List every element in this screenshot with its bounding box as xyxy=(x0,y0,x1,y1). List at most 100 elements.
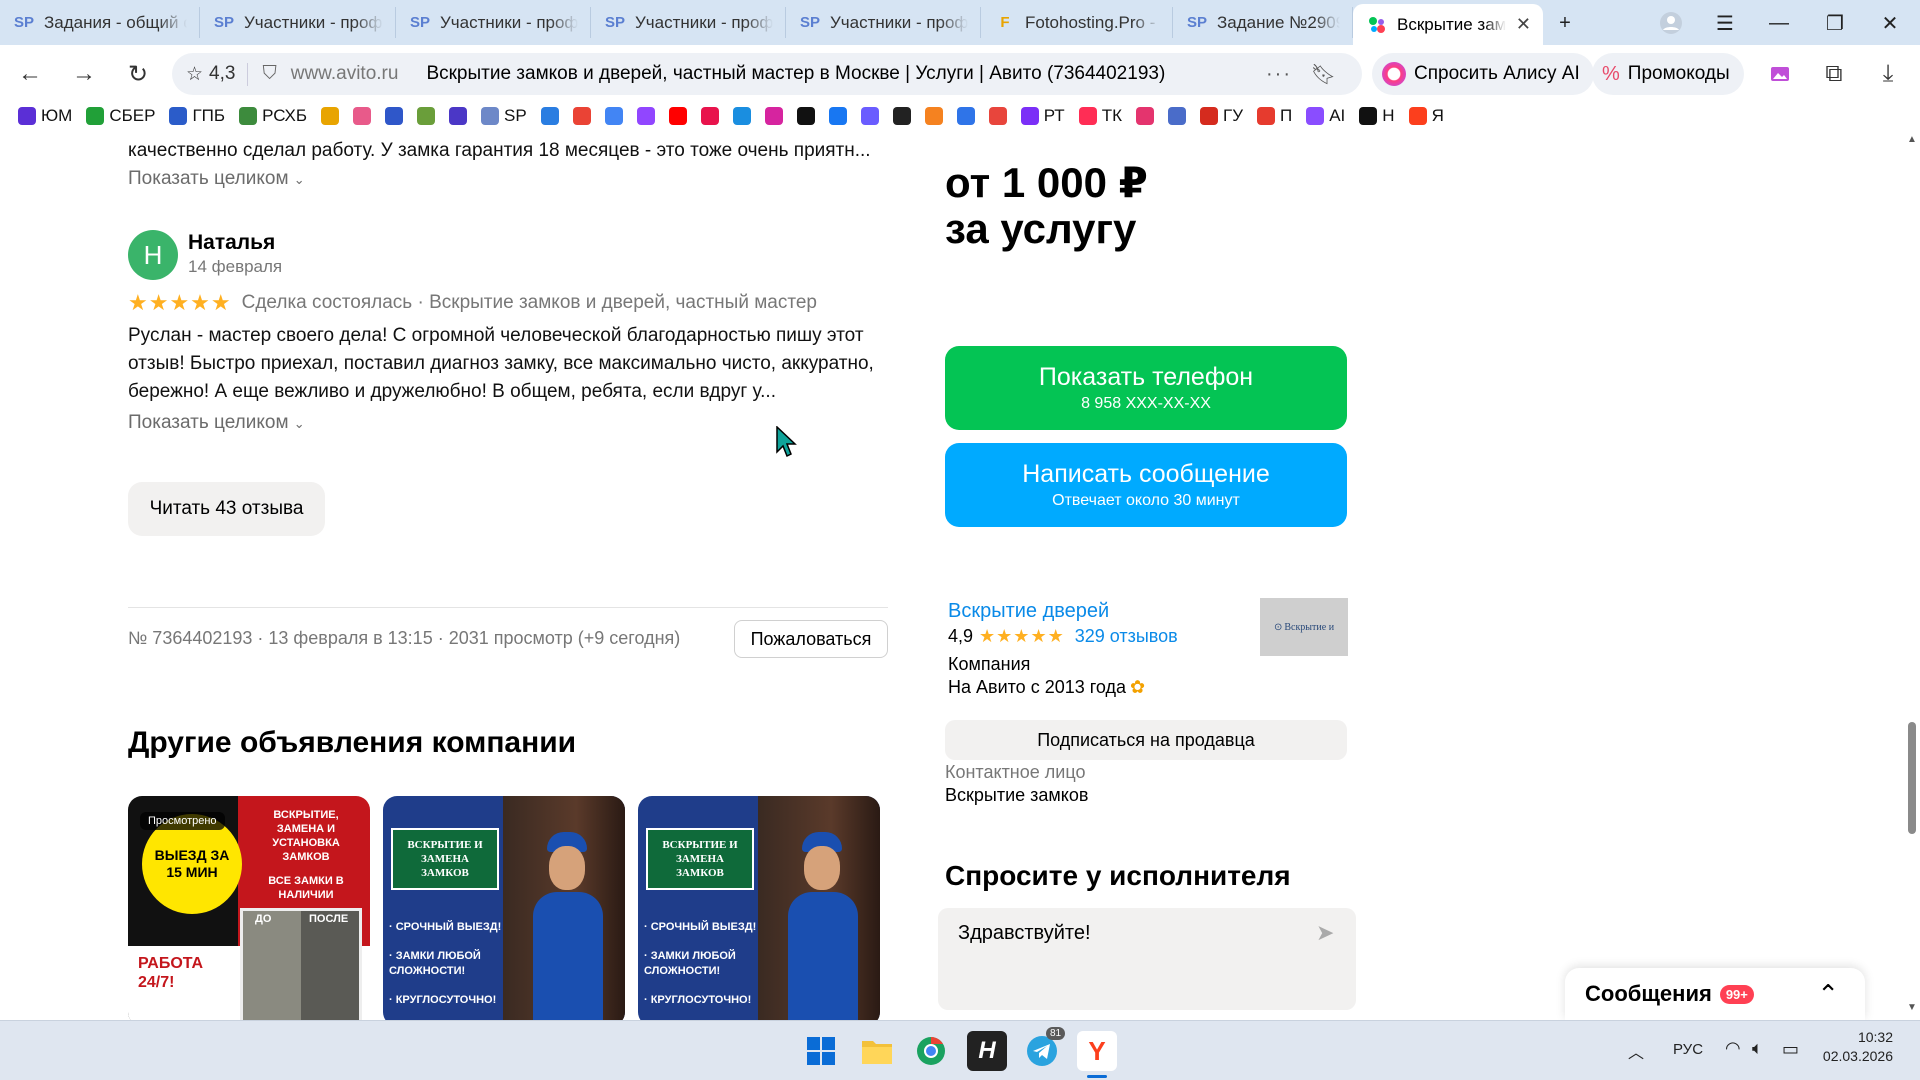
rating-stars: ★★★★★ xyxy=(979,626,1065,646)
bookmark-item[interactable] xyxy=(892,107,911,125)
report-button[interactable]: Пожаловаться xyxy=(734,620,888,658)
bookmark-item[interactable]: ЮМ xyxy=(18,106,72,126)
review-author[interactable]: Наталья xyxy=(188,231,275,255)
url-field[interactable]: ☆ 4,3 ⛉ www.avito.ru Вскрытие замков и дв… xyxy=(172,53,1362,95)
profile-icon[interactable] xyxy=(1656,8,1686,38)
tab-7[interactable]: SPЗадание №290946 xyxy=(1173,7,1353,38)
shield-icon[interactable]: ⛉ xyxy=(262,63,276,85)
bookmark-item[interactable] xyxy=(321,107,340,125)
bookmark-item[interactable] xyxy=(636,107,655,125)
bookmark-item[interactable] xyxy=(417,107,436,125)
alice-button[interactable]: Спросить Алису AI xyxy=(1372,53,1594,95)
clock[interactable]: 10:32 02.03.2026 xyxy=(1823,1029,1893,1064)
tab-3[interactable]: SP Участники - профи xyxy=(396,7,591,38)
file-explorer-icon[interactable] xyxy=(857,1031,897,1071)
site-rating[interactable]: ☆ 4,3 xyxy=(186,62,249,86)
chevron-up-icon[interactable]: ⌃ xyxy=(1817,979,1839,1010)
tab-6[interactable]: F Fotohosting.Pro - С xyxy=(981,7,1173,38)
back-icon[interactable]: ← xyxy=(12,56,48,92)
bookmark-item[interactable]: СБЕР xyxy=(86,106,155,126)
reload-icon[interactable]: ↻ xyxy=(120,56,156,92)
bookmark-item[interactable] xyxy=(1135,107,1154,125)
bookmark-item[interactable] xyxy=(540,107,559,125)
scroll-down-icon[interactable]: ▼ xyxy=(1907,1002,1917,1013)
bookmark-item[interactable] xyxy=(449,107,468,125)
avatar[interactable]: Н xyxy=(128,230,178,280)
ad-card-2[interactable]: ВСКРЫТИЕ И ЗАМЕНА ЗАМКОВ · СРОЧНЫЙ ВЫЕЗД… xyxy=(383,796,625,1020)
bookmark-item[interactable]: ГПБ xyxy=(169,106,225,126)
promo-button[interactable]: % Промокоды xyxy=(1592,53,1744,95)
battery-icon[interactable]: ▭ xyxy=(1782,1039,1799,1060)
bookmark-item[interactable] xyxy=(668,107,687,125)
ask-input[interactable]: Здравствуйте! ➤ xyxy=(938,908,1356,1010)
more-icon[interactable]: ··· xyxy=(1266,63,1292,86)
bookmark-item[interactable] xyxy=(860,107,879,125)
bookmark-item[interactable] xyxy=(764,107,783,125)
yandex-browser-icon[interactable]: Y xyxy=(1077,1031,1117,1078)
wifi-icon[interactable]: ◠ xyxy=(1725,1038,1741,1059)
bookmark-item[interactable] xyxy=(924,107,943,125)
lock-icon: ⊙ xyxy=(1273,621,1283,633)
ad-card-1[interactable]: ВЫЕЗД ЗА 15 МИН Просмотрено ВСКРЫТИЕ, ЗА… xyxy=(128,796,370,1020)
minimize-icon[interactable]: — xyxy=(1764,8,1794,38)
seller-reviews-link[interactable]: 329 отзывов xyxy=(1075,626,1178,647)
restore-icon[interactable]: ❐ xyxy=(1820,8,1850,38)
browser-icon[interactable] xyxy=(911,1031,951,1071)
tab-2[interactable]: SP Участники - профи xyxy=(200,7,396,38)
forward-icon[interactable]: → xyxy=(66,56,102,92)
bookmark-item[interactable]: РТ xyxy=(1020,106,1065,126)
subscribe-button[interactable]: Подписаться на продавца xyxy=(945,720,1347,760)
new-tab-button[interactable]: + xyxy=(1550,8,1580,38)
bookmark-item[interactable]: РСХБ xyxy=(239,106,307,126)
bookmark-item[interactable] xyxy=(572,107,591,125)
tab-5[interactable]: SP Участники - профи xyxy=(786,7,981,38)
page-scrollbar[interactable]: ▲ ▼ xyxy=(1903,130,1920,1020)
seller-logo[interactable]: ⊙ Вскрытие и xyxy=(1260,598,1348,656)
show-phone-button[interactable]: Показать телефон 8 958 XXX-XX-XX xyxy=(945,346,1347,430)
ad-card-3[interactable]: ВСКРЫТИЕ И ЗАМЕНА ЗАМКОВ · СРОЧНЫЙ ВЫЕЗД… xyxy=(638,796,880,1020)
language-indicator[interactable]: РУС xyxy=(1673,1041,1703,1058)
bookmark-item[interactable]: SP xyxy=(481,106,527,126)
bookmark-item[interactable] xyxy=(956,107,975,125)
messages-panel[interactable]: Сообщения 99+ ⌃ xyxy=(1565,968,1865,1020)
bookmark-item[interactable] xyxy=(604,107,623,125)
bookmark-item[interactable] xyxy=(796,107,815,125)
read-reviews-button[interactable]: Читать 43 отзыва xyxy=(128,482,325,536)
show-more-link[interactable]: Показать целиком ⌄ xyxy=(128,168,305,190)
windows-start-icon[interactable] xyxy=(801,1031,841,1071)
bookmark-item[interactable]: ТК xyxy=(1078,106,1122,126)
bookmark-item[interactable] xyxy=(385,107,404,125)
tray-chevron-icon[interactable]: ︿ xyxy=(1628,1039,1644,1063)
bookmark-icon[interactable]: 🔖︎ xyxy=(1311,62,1336,87)
image-icon[interactable] xyxy=(1762,56,1798,92)
close-tab-icon[interactable]: ✕ xyxy=(1516,14,1531,35)
scroll-up-icon[interactable]: ▲ xyxy=(1907,134,1917,145)
bookmark-item[interactable] xyxy=(1167,107,1186,125)
bookmark-item[interactable]: Н xyxy=(1359,106,1395,126)
bookmark-item[interactable] xyxy=(732,107,751,125)
bookmark-item[interactable] xyxy=(700,107,719,125)
bookmark-item[interactable]: AI xyxy=(1306,106,1345,126)
bookmark-item[interactable] xyxy=(988,107,1007,125)
close-window-icon[interactable]: ✕ xyxy=(1875,8,1905,38)
download-icon[interactable]: ⤓ xyxy=(1870,56,1906,92)
bookmark-item[interactable] xyxy=(828,107,847,125)
seller-name-link[interactable]: Вскрытие дверей xyxy=(948,600,1109,623)
menu-icon[interactable]: ☰ xyxy=(1710,8,1740,38)
seller-type: Компания xyxy=(948,654,1031,674)
send-icon[interactable]: ➤ xyxy=(1316,920,1334,946)
tab-1[interactable]: SP Задания - общий со xyxy=(0,7,200,38)
bookmark-item[interactable]: ГУ xyxy=(1199,106,1243,126)
volume-icon[interactable]: 🔈︎ xyxy=(1752,1038,1763,1059)
app-h-icon[interactable]: H xyxy=(967,1031,1007,1071)
tab-4[interactable]: SP Участники - профи xyxy=(591,7,786,38)
tab-active[interactable]: Вскрытие замк ✕ xyxy=(1353,4,1543,45)
telegram-icon[interactable]: 81 xyxy=(1022,1027,1066,1071)
scrollbar-thumb[interactable] xyxy=(1908,722,1916,834)
write-message-button[interactable]: Написать сообщение Отвечает около 30 мин… xyxy=(945,443,1347,527)
extensions-icon[interactable]: ⧉ xyxy=(1816,56,1852,92)
show-more-link[interactable]: Показать целиком ⌄ xyxy=(128,412,305,434)
bookmark-item[interactable]: П xyxy=(1257,106,1292,126)
bookmark-item[interactable]: Я xyxy=(1408,106,1444,126)
bookmark-item[interactable] xyxy=(353,107,372,125)
